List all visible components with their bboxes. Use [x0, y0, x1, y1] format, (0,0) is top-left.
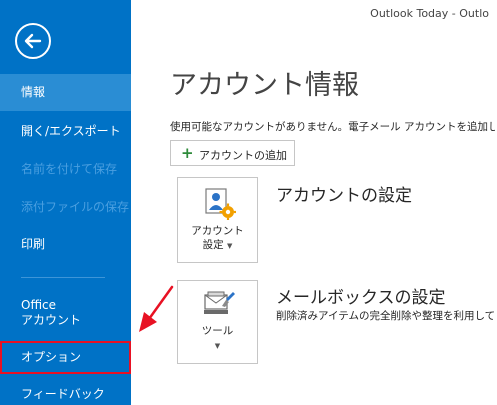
options-highlight-box — [0, 341, 131, 374]
account-settings-button[interactable]: アカウント 設定 ▼ — [177, 177, 258, 263]
nav-item-save-attachments: 添付ファイルの保存 — [21, 200, 130, 214]
office-account-line2: アカウント — [21, 313, 82, 327]
tools-caret-row: ▼ — [178, 338, 257, 353]
nav-item-save-as: 名前を付けて保存 — [21, 162, 118, 176]
arrow-left-icon — [24, 33, 42, 49]
nav-divider — [21, 277, 105, 278]
account-settings-tile-line1: アカウント — [191, 225, 244, 237]
account-info-text: 使用可能なアカウントがありません。電子メール アカウントを追加して、 — [170, 121, 495, 133]
nav-item-print[interactable]: 印刷 — [0, 226, 131, 263]
back-arrow-icon[interactable] — [15, 23, 51, 59]
add-account-button[interactable]: + アカウントの追加 — [170, 140, 295, 166]
nav-item-feedback[interactable]: フィードバック — [0, 376, 131, 405]
nav-item-office-account[interactable]: Office アカウント — [0, 298, 131, 334]
account-settings-tile-line2-row: 設定 ▼ — [178, 238, 257, 253]
account-settings-tile-line2: 設定 — [202, 239, 224, 251]
mailbox-settings-title: メールボックスの設定 — [276, 288, 446, 308]
mailbox-tools-icon — [204, 291, 235, 314]
account-settings-title: アカウントの設定 — [276, 186, 412, 206]
chevron-down-icon: ▼ — [214, 342, 221, 350]
page-title: アカウント情報 — [170, 70, 359, 101]
mailbox-settings-description: 削除済みアイテムの完全削除や整理を利用して — [276, 310, 496, 322]
nav-item-info[interactable]: 情報 — [0, 74, 131, 111]
plus-icon: + — [181, 144, 194, 162]
office-account-line1: Office — [21, 298, 57, 312]
window-title: Outlook Today - Outlo — [370, 7, 489, 20]
chevron-down-icon: ▼ — [226, 242, 233, 250]
nav-item-open-export[interactable]: 開く/エクスポート — [0, 113, 131, 150]
add-account-label: アカウントの追加 — [199, 149, 287, 162]
tools-button[interactable]: ツール ▼ — [177, 280, 258, 364]
annotation-arrow-icon — [139, 285, 174, 332]
account-settings-icon — [205, 188, 236, 220]
tools-tile-label: ツール — [201, 325, 234, 337]
